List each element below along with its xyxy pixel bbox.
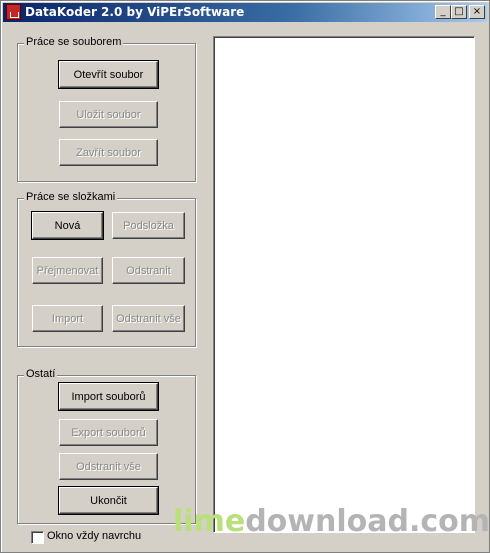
maximize-button[interactable]: □ <box>451 5 467 19</box>
remove-all-folders-button[interactable]: Odstranit vše <box>112 305 185 332</box>
watermark: limedownload.com <box>173 504 490 539</box>
open-file-button[interactable]: Otevřít soubor <box>58 60 159 89</box>
import-files-button[interactable]: Import souborů <box>58 382 159 411</box>
close-file-button[interactable]: Zavřít soubor <box>59 139 158 166</box>
export-files-button[interactable]: Export souborů <box>59 419 158 446</box>
other-group-label: Ostatí <box>24 368 58 380</box>
window-title: DataKoder 2.0 by ViPErSoftware <box>25 5 245 19</box>
files-group-label: Práce se souborem <box>24 36 124 48</box>
import-folder-button[interactable]: Import <box>32 305 103 332</box>
rename-button[interactable]: Přejmenovat <box>32 257 103 284</box>
subfolder-button[interactable]: Podsložka <box>112 212 185 239</box>
new-folder-button[interactable]: Nová <box>31 211 104 240</box>
watermark-part1: lime <box>173 504 246 539</box>
always-on-top-label[interactable]: Okno vždy navrchu <box>47 530 141 542</box>
close-button[interactable]: × <box>469 5 485 19</box>
remove-folder-button[interactable]: Odstranit <box>112 257 185 284</box>
watermark-part2: download.com <box>245 504 490 539</box>
main-window: DataKoder 2.0 by ViPErSoftware _ □ × Prá… <box>0 0 490 553</box>
minimize-button[interactable]: _ <box>435 5 451 19</box>
app-icon[interactable] <box>6 4 21 20</box>
always-on-top-checkbox[interactable] <box>31 531 44 544</box>
folders-group-label: Práce se složkami <box>24 191 118 203</box>
remove-all-button[interactable]: Odstranit vše <box>59 453 158 480</box>
title-bar[interactable]: DataKoder 2.0 by ViPErSoftware _ □ × <box>3 3 487 22</box>
save-file-button[interactable]: Uložit soubor <box>59 101 158 128</box>
exit-button[interactable]: Ukončit <box>58 486 159 515</box>
folder-tree-panel[interactable] <box>213 36 475 533</box>
minimize-icon: _ <box>440 6 446 17</box>
close-icon: × <box>472 6 482 17</box>
maximize-icon: □ <box>454 6 464 17</box>
